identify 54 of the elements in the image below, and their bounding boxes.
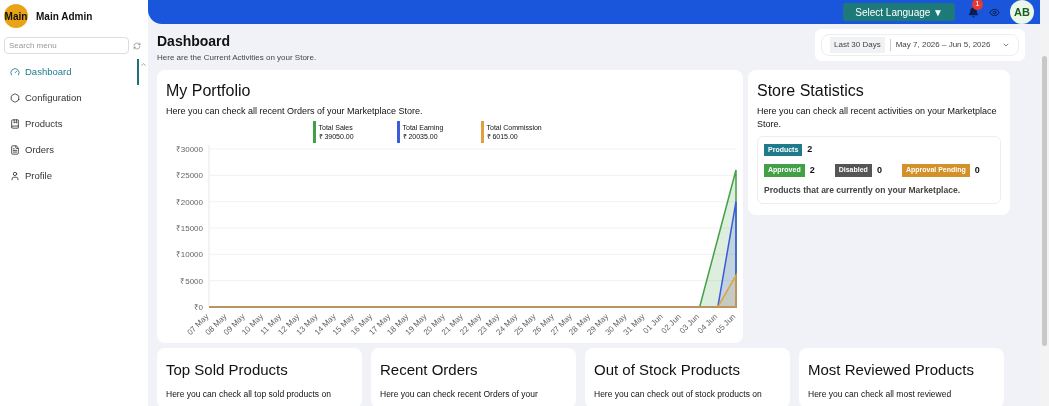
menu-item[interactable]: Dashboard <box>0 59 139 85</box>
card-subtitle: Here you can check recent Orders of your <box>380 387 539 401</box>
legend-bar <box>481 120 484 143</box>
search-field[interactable]: Search menu <box>4 37 129 54</box>
user-name: Main Admin <box>36 9 93 24</box>
card-title: Out of Stock Products <box>594 360 741 380</box>
language-button[interactable]: Select Language ▼ <box>843 3 955 21</box>
page-title: Dashboard <box>157 32 232 51</box>
eye-icon[interactable] <box>989 6 1000 18</box>
card-title: Recent Orders <box>380 360 479 380</box>
avatar[interactable]: AB <box>1010 0 1034 24</box>
card-title: Store Statistics <box>757 81 865 101</box>
y-tick-label: ₹10000 <box>175 249 203 259</box>
stats-footer: Products that are currently on your Marketplace. <box>764 184 994 197</box>
menu-item[interactable]: Profile <box>0 163 139 189</box>
y-tick-label: ₹30000 <box>175 144 203 154</box>
menu-icon <box>10 67 20 77</box>
card-title: Most Reviewed Products <box>808 360 975 380</box>
status-count: 0 <box>876 163 882 177</box>
menu-item[interactable]: Products <box>0 111 139 137</box>
card-subtitle: Here you can check all most reviewed <box>808 387 953 401</box>
logo: Main <box>4 4 28 28</box>
menu-icon <box>10 145 20 155</box>
card-subtitle: Here you can check all recent Orders of your Marketplace Store. <box>166 105 424 118</box>
menu-icon <box>10 171 20 181</box>
y-tick-label: ₹0 <box>193 302 203 312</box>
card-subtitle: Here you can check all top sold products on <box>166 387 332 401</box>
scrollbar[interactable] <box>1040 24 1049 406</box>
y-tick-label: ₹15000 <box>175 223 203 233</box>
date-range: May 7, 2026 – Jun 5, 2026 <box>895 39 991 51</box>
legend-bar <box>397 120 400 143</box>
y-tick-label: ₹25000 <box>175 170 203 180</box>
preset-label: Last 30 Days <box>830 37 885 53</box>
y-tick-label: ₹5000 <box>180 276 203 286</box>
status-count: 0 <box>974 163 980 177</box>
menu-icon <box>10 119 20 129</box>
notification-count: 1 <box>972 0 983 10</box>
menu-item[interactable]: Orders <box>0 137 139 163</box>
y-tick-label: ₹20000 <box>175 197 203 207</box>
notification-icon[interactable] <box>968 6 979 18</box>
status-count: 2 <box>809 163 815 177</box>
scroll-up-icon[interactable] <box>140 61 147 68</box>
legend-bar <box>313 120 316 143</box>
status-count: 2 <box>807 143 813 156</box>
page-subtitle: Here are the Current Activities on your Store. <box>157 52 317 64</box>
card-subtitle: Here you can check out of stock products on <box>594 387 763 401</box>
card-subtitle: Here you can check all recent activities on your Marketplace Store. <box>757 105 998 131</box>
refresh-icon[interactable] <box>133 41 141 50</box>
card-title: My Portfolio <box>166 81 252 101</box>
card-title: Top Sold Products <box>166 360 289 380</box>
menu-icon <box>10 93 20 103</box>
chevron-down-icon <box>1002 41 1010 49</box>
date-range-picker[interactable]: Last 30 Days May 7, 2026 – Jun 5, 2026 <box>821 34 1019 56</box>
menu-item[interactable]: Configuration <box>0 85 139 111</box>
